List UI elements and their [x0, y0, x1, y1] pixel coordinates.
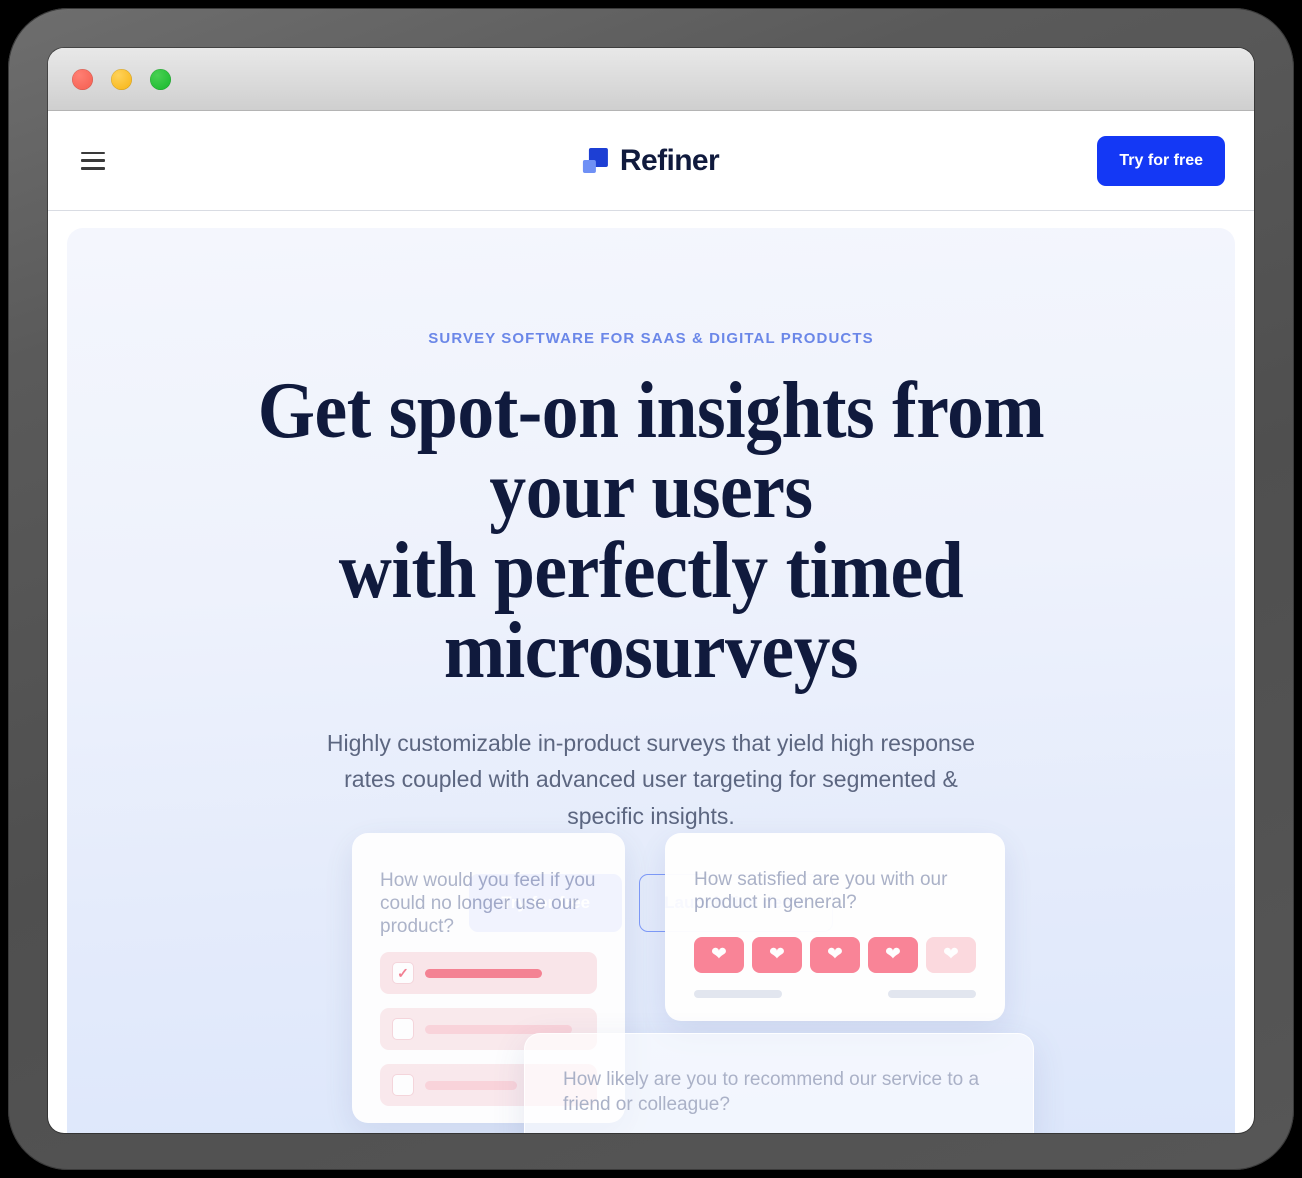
heart-rating-button[interactable]: ❤: [868, 936, 918, 973]
header-try-for-free-button[interactable]: Try for free: [1097, 135, 1225, 186]
option-label-placeholder: [425, 1080, 517, 1090]
heart-icon: ❤: [885, 944, 901, 966]
survey-question: How likely are you to recommend our serv…: [563, 1069, 980, 1115]
heart-rating-button[interactable]: ❤: [810, 936, 860, 973]
survey-card-nps[interactable]: How likely are you to recommend our serv…: [524, 1033, 1034, 1133]
survey-question: How would you feel if you could no longe…: [380, 870, 596, 937]
brand-name: Refiner: [619, 143, 720, 177]
heart-rating-button[interactable]: ❤: [752, 936, 802, 973]
heart-icon: ❤: [827, 944, 843, 966]
checkbox-unchecked-icon[interactable]: [392, 1074, 414, 1097]
heart-icon: ❤: [711, 944, 727, 966]
hamburger-line: [81, 167, 105, 170]
maximize-window-button[interactable]: [150, 68, 171, 90]
survey-preview-group: How would you feel if you could no longe…: [67, 833, 1235, 1133]
hamburger-line: [81, 159, 105, 162]
hero-title-line-2: with perfectly timed microsurveys: [338, 527, 964, 695]
heart-icon: ❤: [769, 944, 785, 966]
scale-label-low-placeholder: [694, 989, 782, 998]
hero-section: SURVEY SOFTWARE FOR SAAS & DIGITAL PRODU…: [67, 228, 1235, 1133]
heart-rating-button[interactable]: ❤: [694, 936, 744, 973]
page-title: Get spot-on insights from your users wit…: [177, 371, 1125, 691]
heart-rating-button[interactable]: ❤: [926, 936, 976, 973]
heart-rating-scale: ❤ ❤ ❤ ❤ ❤: [694, 936, 976, 973]
checkbox-unchecked-icon[interactable]: [392, 1018, 414, 1041]
checkbox-checked-icon[interactable]: ✓: [392, 962, 414, 985]
check-icon: ✓: [397, 965, 409, 982]
survey-question: How satisfied are you with our product i…: [694, 869, 948, 913]
refiner-logo-icon: [582, 148, 608, 173]
site-header: Refiner Try for free: [48, 111, 1254, 211]
heart-icon: ❤: [943, 944, 959, 966]
close-window-button[interactable]: [72, 68, 93, 90]
hero-eyebrow: SURVEY SOFTWARE FOR SAAS & DIGITAL PRODU…: [428, 330, 874, 347]
option-label-placeholder: [425, 968, 542, 978]
hero-title-line-1: Get spot-on insights from your users: [257, 367, 1045, 535]
survey-option-row[interactable]: ✓: [380, 952, 597, 995]
hamburger-menu-icon[interactable]: [81, 151, 105, 170]
minimize-window-button[interactable]: [111, 68, 132, 90]
brand-logo[interactable]: Refiner: [582, 143, 720, 178]
device-bezel: Refiner Try for free SURVEY SOFTWARE FOR…: [8, 8, 1294, 1170]
logo-square-light: [582, 160, 596, 173]
hero-subtitle: Highly customizable in-product surveys t…: [326, 730, 976, 829]
hamburger-line: [81, 151, 105, 154]
browser-window: Refiner Try for free SURVEY SOFTWARE FOR…: [48, 48, 1254, 1133]
scale-label-row: [694, 989, 976, 998]
survey-card-satisfaction[interactable]: How satisfied are you with our product i…: [665, 833, 1005, 1021]
scale-label-high-placeholder: [888, 989, 976, 998]
browser-titlebar: [48, 48, 1254, 111]
